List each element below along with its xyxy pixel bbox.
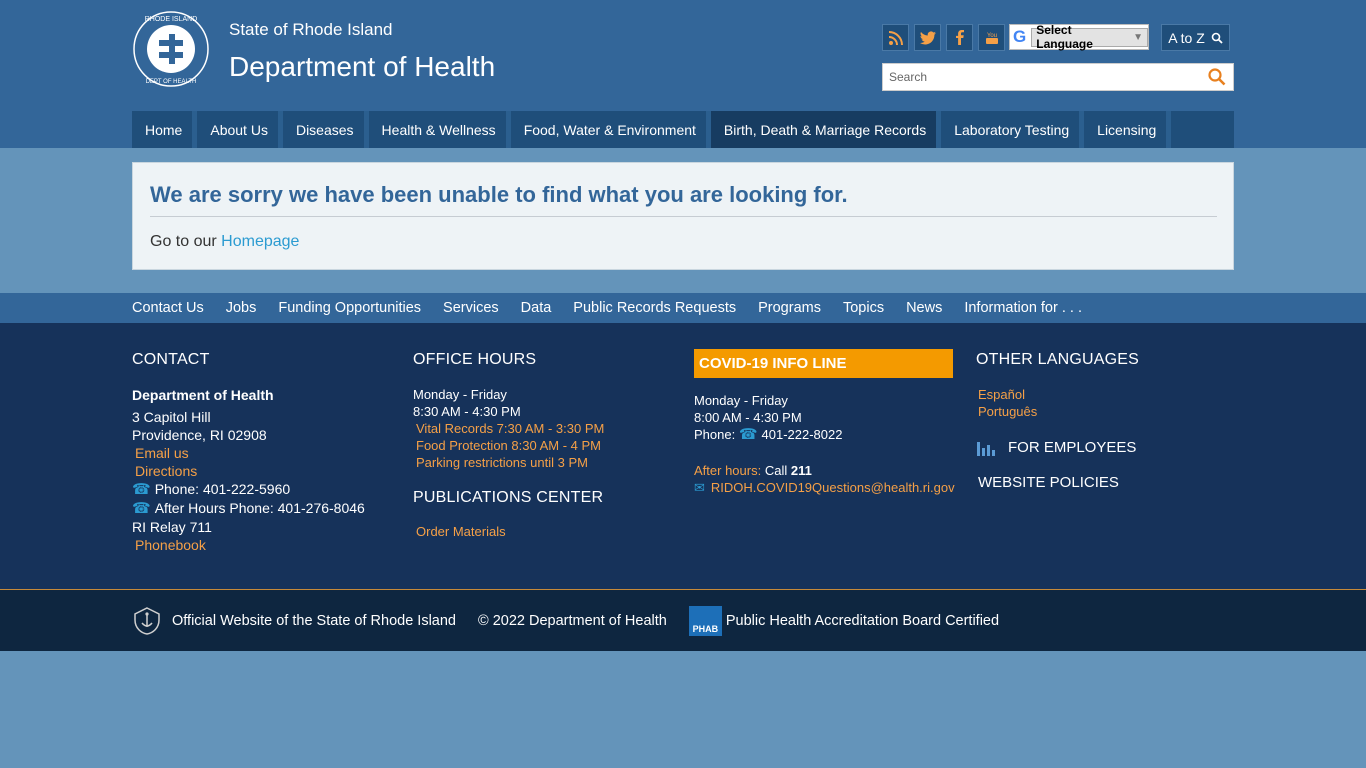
svg-text:RHODE ISLAND: RHODE ISLAND	[145, 16, 198, 23]
espanol-link[interactable]: Español	[976, 386, 1139, 403]
chart-bars-icon	[977, 442, 995, 456]
youtube-icon[interactable]: You	[978, 24, 1005, 51]
main-nav: Home About Us Diseases Health & Wellness…	[132, 111, 1234, 148]
rss-icon[interactable]	[882, 24, 909, 51]
not-found-panel: We are sorry we have been unable to find…	[132, 162, 1234, 270]
after-hours-label: After hours:	[694, 463, 762, 478]
footer-links-bar: Contact Us Jobs Funding Opportunities Se…	[0, 293, 1366, 323]
parking-restrictions[interactable]: Parking restrictions until 3 PM	[413, 454, 604, 471]
footer-link-topics[interactable]: Topics	[843, 300, 884, 316]
footer-link-contact-us[interactable]: Contact Us	[132, 300, 204, 316]
site-header: RHODE ISLAND DEPT OF HEALTH State of Rho…	[0, 0, 1366, 148]
svg-text:DEPT OF HEALTH: DEPT OF HEALTH	[146, 79, 197, 85]
footer-link-jobs[interactable]: Jobs	[226, 300, 257, 316]
phone-icon: ☎	[132, 500, 151, 517]
covid-days: Monday - Friday	[694, 393, 788, 408]
footer-link-services[interactable]: Services	[443, 300, 499, 316]
covid-column: COVID-19 INFO LINE Monday - Friday 8:00 …	[694, 349, 955, 496]
covid-hours: 8:00 AM - 4:30 PM	[694, 410, 802, 425]
site-footer: CONTACT Department of Health 3 Capitol H…	[0, 323, 1366, 589]
goto-homepage-text: Go to our Homepage	[150, 233, 300, 250]
homepage-link[interactable]: Homepage	[221, 233, 299, 250]
official-website-text: Official Website of the State of Rhode I…	[172, 612, 456, 629]
footer-link-information-for[interactable]: Information for . . .	[964, 300, 1082, 316]
nav-item-home[interactable]: Home	[132, 111, 198, 148]
phab-certified-text: Public Health Accreditation Board Certif…	[725, 612, 1000, 629]
search-input[interactable]	[883, 64, 1201, 90]
state-name: State of Rhode Island	[229, 20, 393, 39]
footer-link-public-records[interactable]: Public Records Requests	[573, 300, 736, 316]
office-hours-column: OFFICE HOURS Monday - Friday 8:30 AM - 4…	[413, 351, 604, 541]
office-days: Monday - Friday	[413, 387, 507, 402]
contact-column: CONTACT Department of Health 3 Capitol H…	[132, 351, 365, 554]
portugues-link[interactable]: Português	[976, 403, 1139, 420]
facebook-icon[interactable]	[946, 24, 973, 51]
ri-state-seal-icon	[134, 606, 160, 635]
contact-address2: Providence, RI 02908	[132, 427, 267, 443]
search-box	[882, 63, 1234, 91]
website-policies-link[interactable]: WEBSITE POLICIES	[976, 474, 1139, 491]
svg-text:You: You	[986, 33, 996, 39]
other-languages-column: OTHER LANGUAGES Español Português FOR EM…	[976, 351, 1139, 491]
search-icon	[1211, 32, 1223, 44]
dept-name[interactable]: Department of Health	[229, 51, 495, 83]
language-selector[interactable]: G Select Language ▼	[1009, 23, 1149, 51]
nav-item-licensing[interactable]: Licensing	[1084, 111, 1172, 148]
nav-item-laboratory-testing[interactable]: Laboratory Testing	[941, 111, 1085, 148]
footer-link-data[interactable]: Data	[521, 300, 552, 316]
contact-address1: 3 Capitol Hill	[132, 409, 211, 425]
a-to-z-button[interactable]: A to Z	[1161, 24, 1230, 51]
phone-icon: ☎	[132, 481, 151, 498]
google-icon: G	[1013, 27, 1027, 46]
vital-records-hours[interactable]: Vital Records 7:30 AM - 3:30 PM	[413, 420, 604, 437]
contact-relay: RI Relay 711	[132, 519, 212, 535]
other-languages-heading: OTHER LANGUAGES	[976, 351, 1140, 368]
contact-phone: Phone: 401-222-5960	[154, 481, 291, 497]
language-dropdown[interactable]: Select Language ▼	[1031, 23, 1148, 51]
phone-icon: ☎	[738, 426, 758, 443]
contact-org: Department of Health	[132, 387, 274, 403]
food-protection-hours[interactable]: Food Protection 8:30 AM - 4 PM	[413, 437, 604, 454]
for-employees-link[interactable]: FOR EMPLOYEES	[976, 438, 1139, 456]
divider	[150, 216, 1217, 217]
directions-link[interactable]: Directions	[132, 462, 365, 480]
phab-logo[interactable]: PHAB	[688, 605, 722, 636]
search-submit-icon[interactable]	[1201, 64, 1233, 90]
order-materials-link[interactable]: Order Materials	[413, 523, 604, 541]
nav-item-health-wellness[interactable]: Health & Wellness	[368, 111, 511, 148]
office-hours-heading: OFFICE HOURS	[413, 351, 537, 368]
mail-icon: ✉	[694, 480, 705, 495]
copyright-text: © 2022 Department of Health	[478, 612, 667, 629]
contact-after-hours: After Hours Phone: 401-276-8046	[154, 500, 365, 516]
publications-heading: PUBLICATIONS CENTER	[413, 489, 604, 506]
nav-item-diseases[interactable]: Diseases	[282, 111, 369, 148]
after-hours-number: 211	[790, 463, 812, 478]
nav-item-birth-death-marriage[interactable]: Birth, Death & Marriage Records	[710, 111, 942, 148]
phonebook-link[interactable]: Phonebook	[132, 536, 365, 554]
social-links: You	[882, 24, 1005, 51]
footer-link-programs[interactable]: Programs	[758, 300, 821, 316]
bottom-bar: Official Website of the State of Rhode I…	[0, 589, 1366, 651]
nav-item-food-water-environment[interactable]: Food, Water & Environment	[510, 111, 711, 148]
nav-item-about-us[interactable]: About Us	[197, 111, 283, 148]
footer-link-funding[interactable]: Funding Opportunities	[278, 300, 421, 316]
contact-heading: CONTACT	[132, 351, 210, 368]
dropdown-arrow-icon: ▼	[1133, 31, 1143, 43]
footer-link-news[interactable]: News	[906, 300, 942, 316]
covid-phone: 401-222-8022	[761, 427, 843, 442]
ri-health-seal-logo[interactable]: RHODE ISLAND DEPT OF HEALTH	[132, 10, 210, 88]
email-us-link[interactable]: Email us	[132, 444, 365, 462]
twitter-icon[interactable]	[914, 24, 941, 51]
covid-phone-label: Phone:	[694, 427, 736, 442]
covid-email-link[interactable]: RIDOH.COVID19Questions@health.ri.gov	[711, 480, 955, 495]
office-hours: 8:30 AM - 4:30 PM	[413, 404, 521, 419]
covid-heading: COVID-19 INFO LINE	[694, 349, 953, 378]
not-found-title: We are sorry we have been unable to find…	[150, 182, 848, 207]
